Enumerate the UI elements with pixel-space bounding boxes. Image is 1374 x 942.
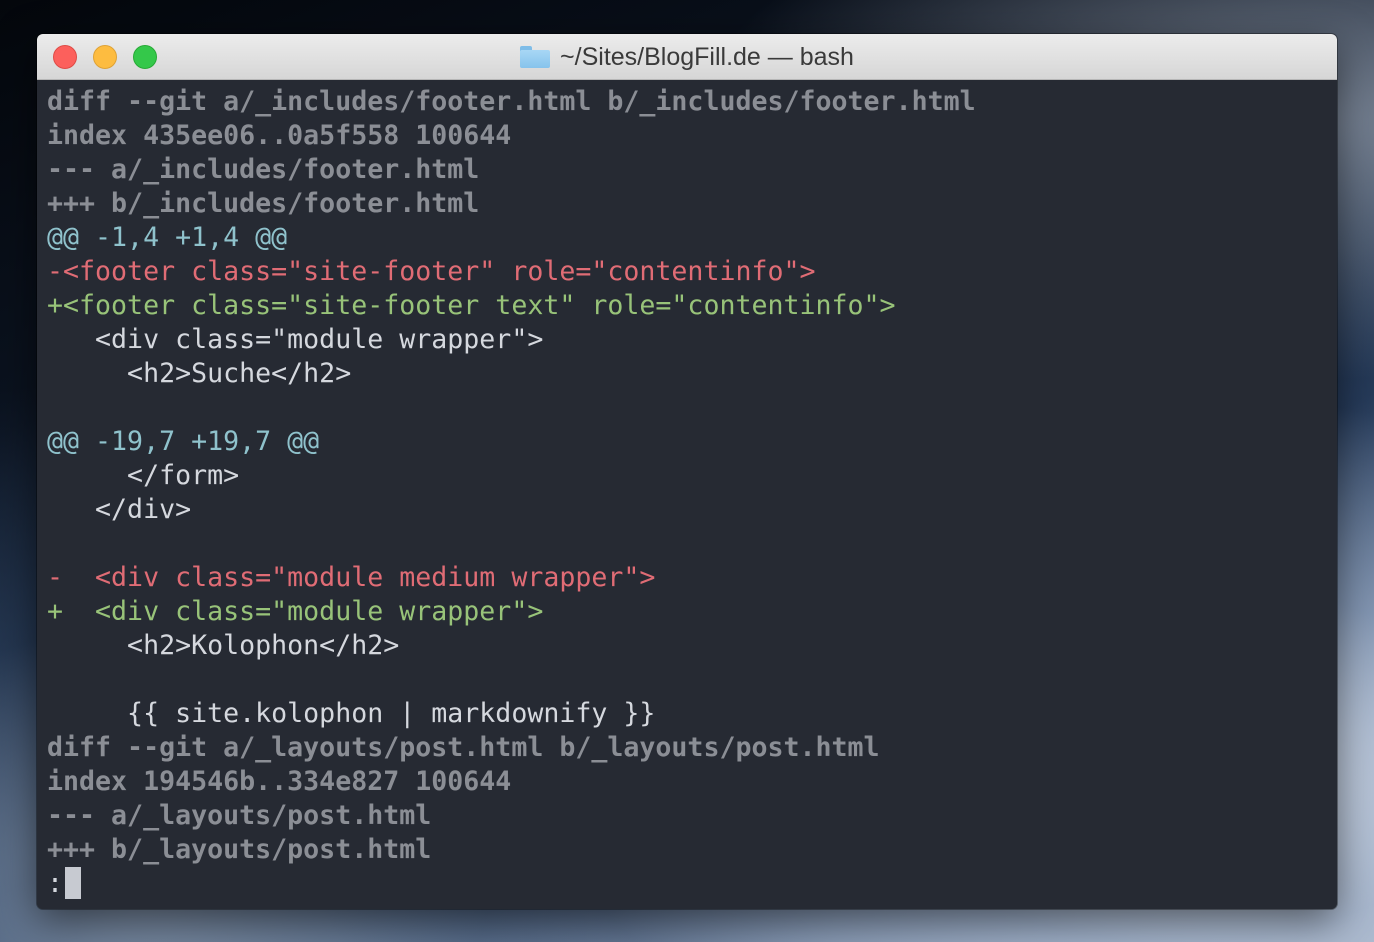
terminal-output[interactable]: diff --git a/_includes/footer.html b/_in… [37, 80, 1337, 909]
diff-line-ctx: {{ site.kolophon | markdownify }} [47, 698, 656, 729]
diff-line-hunk: @@ -19,7 +19,7 @@ [47, 426, 320, 457]
diff-line-del: -<footer class="site-footer" role="conte… [47, 256, 816, 287]
diff-line-meta: +++ b/_includes/footer.html [47, 188, 480, 219]
pager-prompt-line[interactable]: : [47, 867, 1337, 901]
diff-line-meta: --- a/_includes/footer.html [47, 154, 480, 185]
diff-line-ctx [47, 391, 1337, 425]
diff-line-meta: --- a/_layouts/post.html [47, 800, 432, 831]
diff-line-add: +<footer class="site-footer text" role="… [47, 290, 896, 321]
diff-line-meta: diff --git a/_layouts/post.html b/_layou… [47, 732, 880, 763]
window-title: ~/Sites/BlogFill.de — bash [560, 42, 854, 71]
window-title-area: ~/Sites/BlogFill.de — bash [37, 34, 1337, 80]
diff-line-meta: index 194546b..334e827 100644 [47, 766, 512, 797]
diff-line-ctx: </div> [47, 494, 192, 525]
diff-line-del: - <div class="module medium wrapper"> [47, 562, 656, 593]
diff-line-add: + <div class="module wrapper"> [47, 596, 544, 627]
diff-line-ctx: <div class="module wrapper"> [47, 324, 544, 355]
diff-line-meta: diff --git a/_includes/footer.html b/_in… [47, 86, 976, 117]
folder-icon [520, 46, 551, 68]
diff-line-meta: +++ b/_layouts/post.html [47, 834, 432, 865]
pager-prompt: : [47, 868, 64, 899]
diff-line-meta: index 435ee06..0a5f558 100644 [47, 120, 512, 151]
diff-line-ctx: <h2>Suche</h2> [47, 358, 352, 389]
diff-line-ctx: <h2>Kolophon</h2> [47, 630, 400, 661]
diff-line-ctx: </form> [47, 460, 240, 491]
text-cursor [65, 867, 82, 899]
diff-line-ctx [47, 527, 1337, 561]
diff-line-hunk: @@ -1,4 +1,4 @@ [47, 222, 288, 253]
terminal-window: ~/Sites/BlogFill.de — bash diff --git a/… [37, 34, 1337, 909]
title-bar[interactable]: ~/Sites/BlogFill.de — bash [37, 34, 1337, 80]
diff-line-ctx [47, 663, 1337, 697]
